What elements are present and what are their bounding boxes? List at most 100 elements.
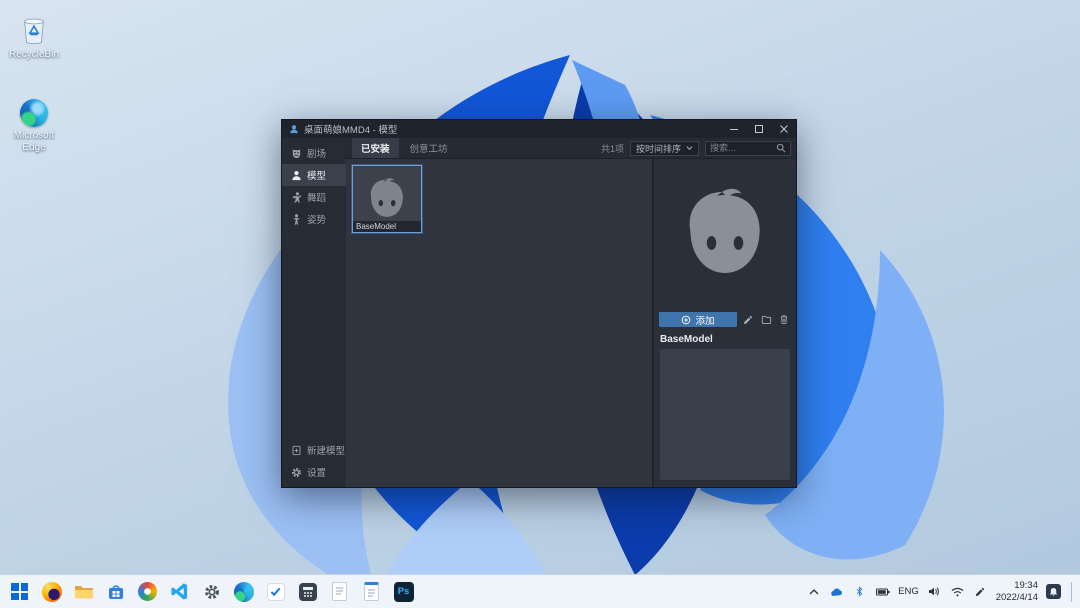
minimize-button[interactable] bbox=[721, 120, 746, 138]
desktop-icon-edge[interactable]: Microsoft Edge bbox=[2, 99, 66, 153]
model-card-name: BaseModel bbox=[353, 221, 421, 232]
windows-logo-icon bbox=[11, 583, 28, 600]
minimize-icon bbox=[729, 129, 738, 130]
photoshop-label: Ps bbox=[397, 586, 410, 597]
sidebar-item-model[interactable]: 模型 bbox=[282, 164, 346, 186]
new-model-icon bbox=[292, 445, 301, 455]
edit-button[interactable] bbox=[741, 313, 755, 327]
model-face-icon-large bbox=[689, 188, 760, 273]
model-preview bbox=[654, 159, 796, 309]
recycle-bin-icon bbox=[19, 12, 49, 46]
pencil-icon bbox=[744, 315, 753, 324]
window-title: 桌面萌娘MMD4 - 模型 bbox=[304, 125, 398, 136]
sidebar-item-settings[interactable]: 设置 bbox=[282, 461, 346, 483]
maximize-button[interactable] bbox=[746, 120, 771, 138]
mmd-app-window: 桌面萌娘MMD4 - 模型 剧场 模型 舞蹈 姿势 新建模型 设置 已安装 创意… bbox=[281, 119, 797, 488]
model-person-icon bbox=[292, 170, 301, 180]
wifi-icon bbox=[951, 587, 964, 596]
trash-icon bbox=[780, 315, 788, 324]
tray-onedrive[interactable] bbox=[829, 584, 844, 599]
taskbar-store[interactable] bbox=[104, 580, 127, 603]
show-desktop-sliver[interactable] bbox=[1071, 581, 1076, 602]
gear-icon bbox=[292, 467, 301, 477]
sidebar-item-label: 新建模型 bbox=[307, 446, 346, 457]
open-folder-button[interactable] bbox=[759, 313, 773, 327]
taskbar-photos[interactable] bbox=[136, 580, 159, 603]
sidebar-item-dance[interactable]: 舞蹈 bbox=[282, 186, 346, 208]
taskbar-firefox[interactable] bbox=[40, 580, 63, 603]
bluetooth-icon bbox=[857, 586, 863, 597]
tray-time: 19:34 bbox=[1014, 579, 1038, 591]
detail-toolbar: 添加 bbox=[654, 309, 796, 330]
tray-volume[interactable] bbox=[927, 584, 942, 599]
sidebar-item-new-model[interactable]: 新建模型 bbox=[282, 439, 346, 461]
start-button[interactable] bbox=[8, 580, 31, 603]
sidebar-item-label: 设置 bbox=[307, 468, 327, 479]
model-face-icon bbox=[370, 178, 403, 217]
sidebar-item-label: 舞蹈 bbox=[307, 193, 327, 204]
photoshop-icon: Ps bbox=[393, 581, 414, 602]
tray-battery[interactable] bbox=[875, 584, 890, 599]
delete-button[interactable] bbox=[777, 313, 791, 327]
tab-installed[interactable]: 已安装 bbox=[352, 138, 399, 158]
bell-icon bbox=[1049, 587, 1058, 596]
folder-icon bbox=[761, 315, 771, 324]
taskbar-settings[interactable] bbox=[200, 580, 223, 603]
gear-icon bbox=[204, 584, 219, 599]
cloud-icon bbox=[831, 587, 843, 596]
chevron-up-icon bbox=[809, 588, 819, 594]
sidebar-item-label: 姿势 bbox=[307, 215, 327, 226]
pen-icon bbox=[976, 587, 985, 596]
edge-icon bbox=[233, 581, 254, 602]
photos-icon bbox=[138, 582, 157, 601]
window-titlebar[interactable]: 桌面萌娘MMD4 - 模型 bbox=[282, 120, 796, 138]
firefox-icon bbox=[41, 581, 62, 602]
close-icon bbox=[779, 125, 788, 133]
speaker-icon bbox=[929, 587, 940, 596]
app-logo-icon bbox=[289, 124, 299, 134]
taskbar-vscode[interactable] bbox=[168, 580, 191, 603]
taskbar-photoshop[interactable]: Ps bbox=[392, 580, 415, 603]
desktop-icon-label: Microsoft Edge bbox=[13, 130, 55, 153]
battery-icon bbox=[875, 588, 890, 595]
plus-circle-icon bbox=[682, 315, 691, 324]
desktop-icon-recycle-bin[interactable]: RecycleBin bbox=[2, 12, 66, 61]
tray-chevron-up[interactable] bbox=[806, 584, 821, 599]
sidebar-item-pose[interactable]: 姿势 bbox=[282, 208, 346, 230]
dance-person-icon bbox=[292, 191, 302, 203]
file-explorer-icon bbox=[74, 586, 93, 599]
taskbar-edge[interactable] bbox=[232, 580, 255, 603]
tray-network[interactable] bbox=[950, 584, 965, 599]
tray-date: 2022/4/14 bbox=[995, 591, 1038, 603]
model-description-box bbox=[660, 349, 790, 480]
search-box[interactable] bbox=[705, 140, 791, 156]
sort-dropdown[interactable]: 按时间排序 bbox=[629, 140, 699, 156]
add-button[interactable]: 添加 bbox=[659, 312, 737, 327]
sidebar: 剧场 模型 舞蹈 姿势 新建模型 设置 bbox=[282, 138, 346, 487]
notepad-icon bbox=[332, 582, 347, 601]
taskbar-notepad[interactable] bbox=[328, 580, 351, 603]
taskbar-file-explorer[interactable] bbox=[72, 580, 95, 603]
model-card-basemodel[interactable]: BaseModel bbox=[352, 165, 422, 233]
desktop-icon-label: RecycleBin bbox=[8, 49, 60, 60]
tray-pen[interactable] bbox=[973, 584, 988, 599]
notification-badge[interactable] bbox=[1046, 584, 1061, 599]
language-indicator[interactable]: ENG bbox=[898, 586, 919, 597]
model-grid: BaseModel bbox=[346, 159, 652, 487]
detail-model-name: BaseModel bbox=[660, 334, 713, 345]
taskbar-clock[interactable]: 19:34 2022/4/14 bbox=[996, 580, 1038, 604]
search-icon bbox=[776, 143, 786, 153]
taskbar-text-editor[interactable] bbox=[360, 580, 383, 603]
sidebar-item-theater[interactable]: 剧场 bbox=[282, 142, 346, 164]
store-icon bbox=[108, 584, 123, 599]
edge-icon bbox=[20, 99, 48, 127]
taskbar-check-app[interactable] bbox=[264, 580, 287, 603]
tab-workshop[interactable]: 创意工坊 bbox=[401, 138, 457, 158]
item-count-label: 共1项 bbox=[600, 143, 624, 154]
search-input[interactable] bbox=[710, 143, 773, 153]
tray-bluetooth[interactable] bbox=[852, 584, 867, 599]
tab-bar: 已安装 创意工坊 共1项 按时间排序 bbox=[346, 138, 796, 159]
taskbar-calculator[interactable] bbox=[296, 580, 319, 603]
close-button[interactable] bbox=[771, 120, 796, 138]
